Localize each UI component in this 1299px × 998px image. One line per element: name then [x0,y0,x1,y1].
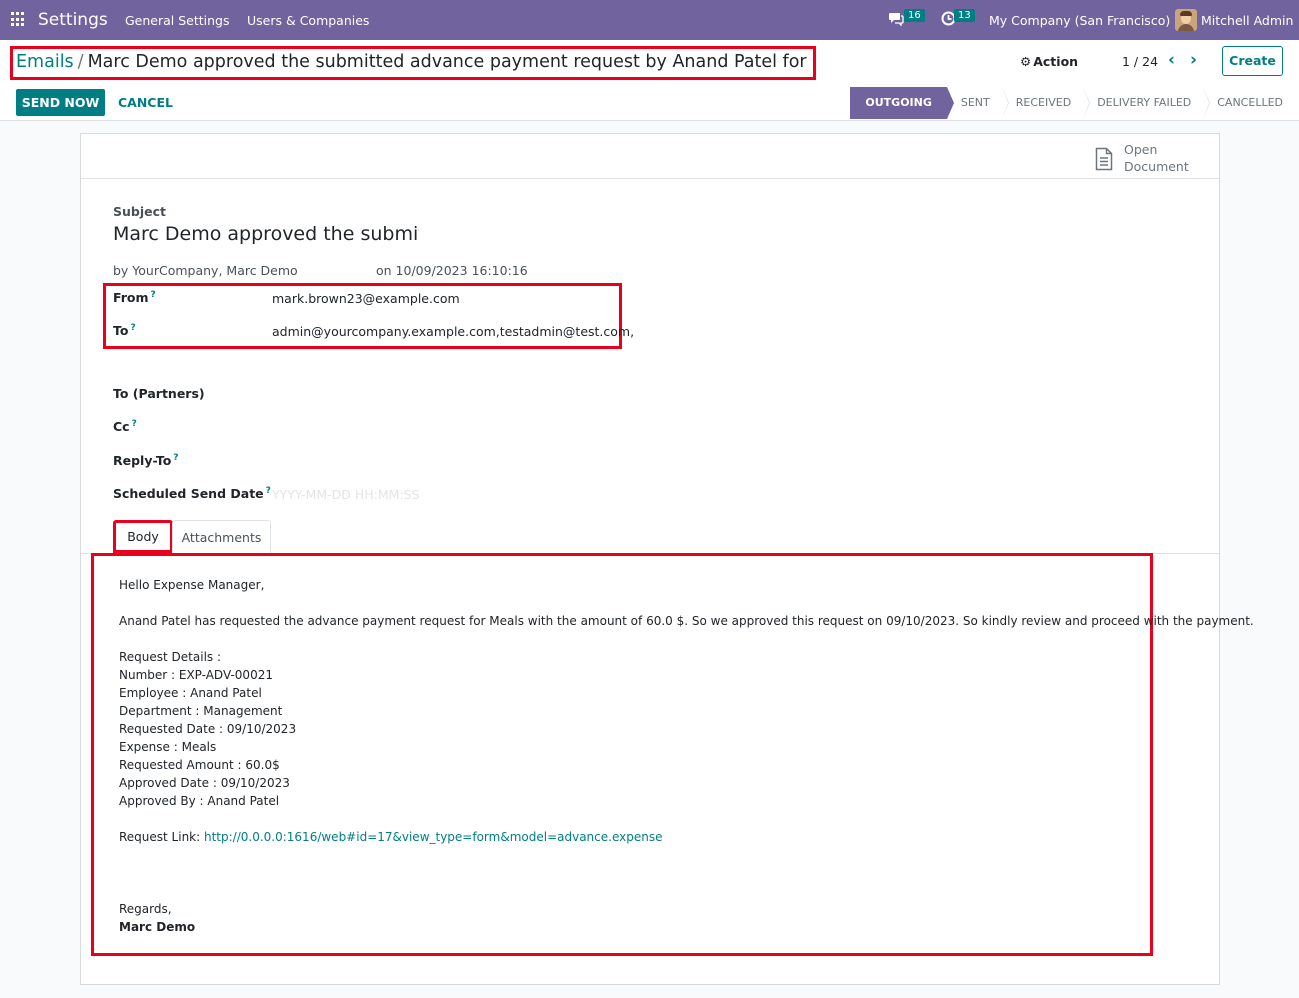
status-bar: OUTGOING SENT RECEIVED DELIVERY FAILED C… [850,87,1299,119]
body-detail-requested-date: Requested Date : 09/10/2023 [119,722,297,736]
gear-icon: ⚙ [1020,54,1032,69]
notebook-tabs: Body Attachments [81,520,1219,554]
body-detail-expense: Expense : Meals [119,740,217,754]
menu-users-companies[interactable]: Users & Companies [247,13,369,28]
status-delivery-failed-label: DELIVERY FAILED [1097,96,1192,109]
action-label: Action [1033,54,1079,69]
body-intro: Anand Patel has requested the advance pa… [119,614,1254,628]
open-document-line2: Document [1124,159,1189,174]
scheduled-date-label: Scheduled Send Date? [113,486,271,501]
chat-icon[interactable] [888,11,904,30]
from-label-text: From [113,290,149,306]
scheduled-date-label-text: Scheduled Send Date [113,486,264,502]
from-field[interactable]: mark.brown23@example.com [272,291,460,306]
to-partners-label: To (Partners) [113,386,205,401]
status-sent[interactable]: SENT [947,87,1009,119]
document-icon [1095,147,1113,171]
body-request-link[interactable]: http://0.0.0.0:1616/web#id=17&view_type=… [204,830,662,844]
to-label: To? [113,323,136,338]
menu-general-settings[interactable]: General Settings [125,13,230,28]
to-label-text: To [113,323,129,339]
from-help-icon[interactable]: ? [151,290,156,300]
body-regards: Regards, [119,902,172,916]
status-outgoing[interactable]: OUTGOING [850,87,954,119]
to-help-icon[interactable]: ? [130,323,135,333]
subject-field[interactable]: Marc Demo approved the submitted advance… [113,223,419,249]
cc-label: Cc? [113,419,137,434]
body-detail-approved-by: Approved By : Anand Patel [119,794,280,808]
reply-to-label-text: Reply-To [113,453,172,469]
body-detail-approved-date: Approved Date : 09/10/2023 [119,776,290,790]
breadcrumb: Emails / Marc Demo approved the submitted … [10,46,816,80]
body-detail-number: Number : EXP-ADV-00021 [119,668,273,682]
create-button[interactable]: Create [1222,46,1283,76]
body-request-link-label: Request Link: [119,830,204,844]
reply-to-label: Reply-To? [113,453,179,468]
tab-attachments[interactable]: Attachments [172,520,271,554]
send-now-button[interactable]: SEND NOW [16,89,105,116]
status-delivery-failed[interactable]: DELIVERY FAILED [1083,87,1211,119]
avatar[interactable] [1175,9,1197,31]
company-switcher[interactable]: My Company (San Francisco) [989,13,1170,28]
email-body-editor[interactable]: Hello Expense Manager, Anand Patel has r… [91,553,1254,956]
open-document-label: Open Document [1124,141,1189,175]
status-outgoing-label: OUTGOING [865,96,932,109]
messages-count-badge: 16 [904,9,925,22]
cc-label-text: Cc [113,419,130,435]
apps-grid-icon[interactable] [11,12,26,27]
control-panel: Emails / Marc Demo approved the submitted … [0,40,1299,121]
user-menu[interactable]: Mitchell Admin [1201,13,1293,28]
reply-to-help-icon[interactable]: ? [173,453,178,463]
scheduled-date-input[interactable]: YYYY-MM-DD HH:MM:SS [272,487,420,502]
author-line: by YourCompany, Marc Demo [113,263,298,278]
tab-body[interactable]: Body [113,520,173,553]
date-line: on 10/09/2023 16:10:16 [376,263,528,278]
status-received-label: RECEIVED [1015,96,1072,109]
form-sheet: Open Document Subject Marc Demo approved… [80,133,1254,985]
from-label: From? [113,290,156,305]
top-navbar: Settings General Settings Users & Compan… [0,0,1299,40]
email-body-content: Hello Expense Manager, Anand Patel has r… [119,576,1254,936]
breadcrumb-emails-link[interactable]: Emails [16,52,74,72]
button-box: Open Document [81,134,1219,179]
body-details-header: Request Details : [119,650,222,664]
pager-value[interactable]: 1 / 24 [1122,54,1158,69]
scheduled-date-help-icon[interactable]: ? [266,486,271,496]
pager-next-icon[interactable]: › [1190,50,1197,70]
body-greeting: Hello Expense Manager, [119,578,265,592]
activities-count-badge: 13 [954,9,975,22]
status-received[interactable]: RECEIVED [1002,87,1091,119]
app-name[interactable]: Settings [38,10,108,30]
body-detail-employee: Employee : Anand Patel [119,686,262,700]
breadcrumb-current: Marc Demo approved the submitted advance… [87,52,816,72]
body-request-link-line: Request Link: http://0.0.0.0:1616/web#id… [119,828,1254,846]
cancel-button[interactable]: CANCEL [118,95,173,110]
pager-previous-icon[interactable]: ‹ [1168,50,1175,70]
body-detail-requested-amount: Requested Amount : 60.0$ [119,758,280,772]
body-signature: Marc Demo [119,920,196,934]
to-field[interactable]: admin@yourcompany.example.com,testadmin@… [272,324,634,339]
open-document-line1: Open [1124,142,1158,157]
breadcrumb-separator: / [77,52,84,72]
open-document-button[interactable]: Open Document [1093,140,1219,178]
status-cancelled-label: CANCELLED [1217,96,1283,109]
status-sent-label: SENT [960,96,990,109]
status-cancelled[interactable]: CANCELLED [1203,87,1299,119]
action-menu-button[interactable]: ⚙ Action [1020,54,1078,69]
subject-label: Subject [113,204,166,219]
body-detail-department: Department : Management [119,704,283,718]
cc-help-icon[interactable]: ? [132,419,137,429]
